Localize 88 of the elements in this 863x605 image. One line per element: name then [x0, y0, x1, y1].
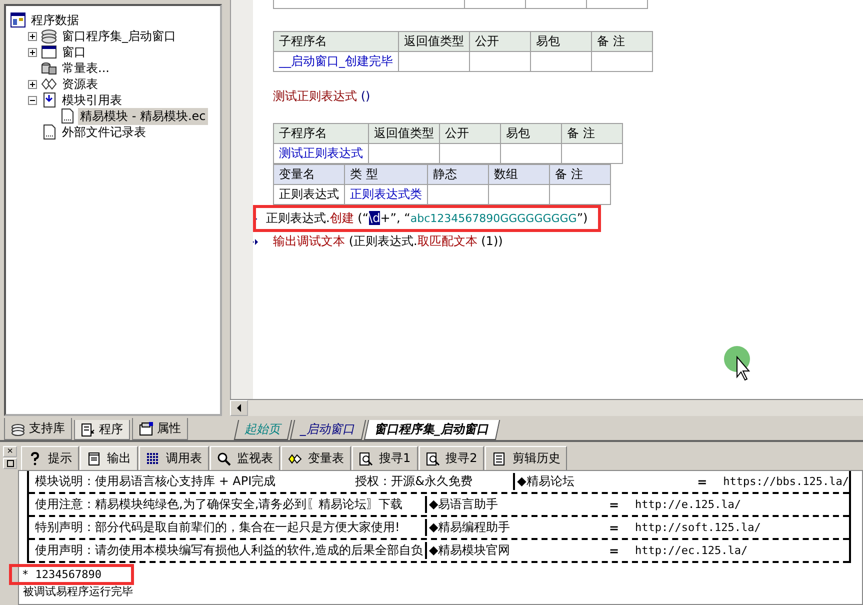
tree-item[interactable]: 资源表	[60, 76, 100, 92]
column-header: 子程序名	[274, 32, 398, 52]
column-header: 公开	[440, 124, 500, 144]
panel-tab[interactable]: 属性	[132, 418, 188, 440]
expand-toggle[interactable]	[28, 80, 38, 88]
panel-tab[interactable]: 剪辑历史	[485, 446, 568, 470]
file-tab[interactable]: 窗口程序集_启动窗口	[364, 420, 500, 440]
site-name: ◆易语言助手	[425, 496, 609, 513]
column-header: 数组	[488, 164, 550, 184]
cylinders-icon	[41, 60, 57, 76]
tree-item[interactable]: 外部文件记录表	[60, 124, 148, 140]
tree-item[interactable]: 窗口	[60, 44, 88, 60]
panel-tab[interactable]: 支持库	[4, 418, 72, 440]
code-line: 输出调试文本 (正则表达式.取匹配文本 (1))	[272, 233, 504, 250]
dotted-grid-icon	[146, 452, 160, 466]
site-name: ◆精易模块官网	[425, 542, 609, 559]
equals-sign: =	[697, 474, 708, 488]
window-icon	[41, 44, 57, 60]
expand-toggle[interactable]	[28, 32, 38, 40]
output-line: 被调试易程序运行完毕	[23, 585, 134, 598]
panel-tab[interactable]: 输出	[80, 446, 138, 470]
url-text: http://soft.125.la/	[635, 521, 761, 534]
diamonds-icon	[288, 452, 302, 466]
column-header: 备 注	[562, 124, 622, 144]
question-mark-icon	[28, 452, 42, 466]
url-text: https://bbs.125.la/	[723, 475, 849, 488]
document-icon	[59, 108, 75, 124]
column-header: 易包	[530, 32, 592, 52]
file-tab[interactable]: _启动窗口	[290, 420, 366, 440]
tree-item[interactable]: 窗口程序集_启动窗口	[60, 28, 178, 44]
column-header: 备 注	[592, 32, 652, 52]
panel-tab[interactable]: 变量表	[281, 446, 351, 470]
document-arrow-icon	[81, 422, 95, 436]
panel-tab[interactable]: 监视表	[210, 446, 280, 470]
panel-tab[interactable]: 程序	[74, 420, 130, 440]
url-text: http://e.125.la/	[635, 498, 741, 511]
stacked-disks-icon	[41, 28, 57, 44]
site-name: ◆精易论坛	[513, 473, 698, 490]
url-text: http://ec.125.la/	[635, 544, 748, 557]
collapse-toggle[interactable]	[28, 96, 38, 104]
magnifier-icon	[217, 452, 231, 466]
panel-tab[interactable]: 搜寻2	[418, 446, 484, 470]
restore-button[interactable]	[3, 458, 17, 469]
info-text: 使用注意：精易模块纯绿色,为了确保安全,请务必到〖精易论坛〗下载	[34, 496, 404, 513]
output-line: * 1234567890	[22, 568, 102, 581]
column-header: 类 型	[344, 164, 428, 184]
document-magnifier-icon	[426, 452, 440, 466]
code-line: 正则表达式.创建 (“\d+”, “abc1234567890GGGGGGGGG”)	[265, 211, 589, 225]
column-header: 备 注	[550, 164, 610, 184]
stacked-disks-icon	[11, 422, 25, 436]
column-header: 易包	[500, 124, 562, 144]
info-text: 特别声明：部分代码是取自前辈们的，集合在一起只是方便大家使用!	[34, 519, 401, 536]
column-header: 返回值类型	[398, 32, 470, 52]
left-triangle-icon	[235, 404, 243, 412]
form-icon	[139, 422, 153, 436]
column-header: 变量名	[274, 164, 344, 184]
parameter-parens: ()	[360, 89, 370, 103]
column-header: 静态	[428, 164, 488, 184]
column-header: 公开	[470, 32, 530, 52]
license-text: 授权：开源&永久免费	[355, 473, 474, 490]
column-header: 子程序名	[274, 124, 368, 144]
panel-tab[interactable]: 调用表	[139, 446, 209, 470]
variable-name: 正则表达式	[279, 187, 339, 201]
square-icon	[6, 460, 14, 467]
equals-sign: =	[609, 544, 620, 558]
document-icon	[41, 124, 57, 140]
tree-item[interactable]: 精易模块 - 精易模块.ec	[78, 108, 208, 124]
expand-toggle[interactable]	[28, 48, 38, 56]
tree-item[interactable]: 模块引用表	[60, 92, 124, 108]
panel-tab[interactable]: 提示	[21, 446, 79, 470]
grid-icon	[10, 12, 26, 28]
horizontal-scrollbar[interactable]	[230, 399, 863, 416]
panel-tab[interactable]: 搜寻1	[352, 446, 418, 470]
subroutine-heading: 测试正则表达式	[273, 89, 357, 103]
equals-sign: =	[609, 520, 620, 534]
tree-item[interactable]: 常量表...	[60, 60, 112, 76]
close-button[interactable]: ×	[3, 446, 17, 457]
page-icon	[492, 452, 506, 466]
document-magnifier-icon	[359, 452, 373, 466]
site-name: ◆精易编程助手	[425, 519, 609, 536]
tree-item[interactable]: 程序数据	[29, 12, 81, 28]
column-header: 返回值类型	[368, 124, 440, 144]
equals-sign: =	[609, 498, 620, 512]
info-text: 使用声明：请勿使用本模块编写有损他人利益的软件,造成的后果全部自负	[34, 542, 424, 559]
info-text: 模块说明：使用易语言核心支持库 + API完成	[34, 473, 276, 490]
diamonds-icon	[41, 76, 57, 92]
document-icon	[87, 452, 101, 466]
scroll-left-button[interactable]	[230, 400, 248, 416]
